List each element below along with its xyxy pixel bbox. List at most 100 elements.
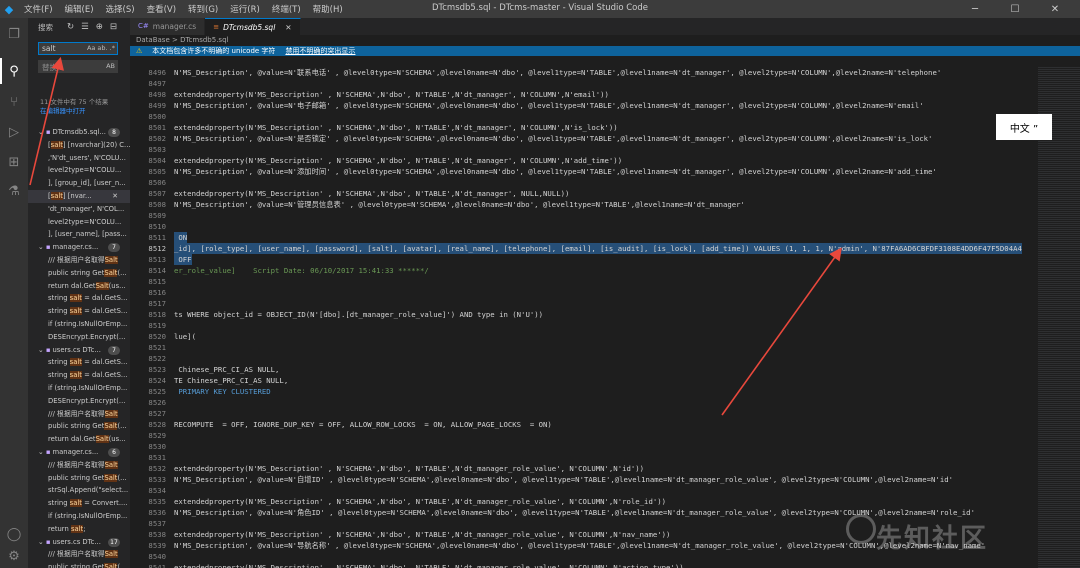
code-line[interactable]: 8518 ts WHERE object_id = OBJECT_ID(N'[db… (130, 309, 1080, 320)
result-match[interactable]: public string GetSalt(... (28, 472, 130, 485)
menu-view[interactable]: 查看(V) (141, 3, 182, 15)
result-match[interactable]: /// 根据用户名取得Salt (28, 548, 130, 561)
result-match[interactable]: /// 根据用户名取得Salt (28, 254, 130, 267)
result-match[interactable]: return dal.GetSalt(us... (28, 280, 130, 293)
disable-highlight-link[interactable]: 禁用不明确的突出显示 (285, 46, 355, 56)
result-match[interactable]: ], [group_id], [user_n... (28, 177, 130, 190)
code-line[interactable]: 8541 extendedproperty(N'MS_Description' ,… (130, 562, 1080, 568)
minimap[interactable] (1038, 66, 1080, 568)
result-match[interactable]: /// 根据用户名取得Salt (28, 408, 130, 421)
code-line[interactable]: 8502 N'MS_Description', @value=N'是否锁定' , … (130, 133, 1080, 144)
result-match[interactable]: if (string.IsNullOrEmp... (28, 510, 130, 523)
result-file[interactable]: ⌄ ▪ manager.cs... 7 (28, 241, 130, 254)
code-line[interactable]: 8517 (130, 298, 1080, 309)
menu-selection[interactable]: 选择(S) (100, 3, 141, 15)
result-match[interactable]: if (string.IsNullOrEmp... (28, 318, 130, 331)
result-match[interactable]: ], [user_name], [pass... (28, 228, 130, 241)
result-match[interactable]: level2type=N'COLU... (28, 216, 130, 229)
chevron-down-icon[interactable]: ⌄ (38, 128, 46, 136)
code-line[interactable]: 8519 (130, 320, 1080, 331)
code-line[interactable]: 8529 (130, 430, 1080, 441)
account-icon[interactable]: ◯ (4, 524, 24, 544)
run-debug-icon[interactable]: ▷ (4, 122, 24, 142)
result-file[interactable]: ⌄ ▪ users.cs DTc... 7 (28, 344, 130, 357)
code-line[interactable]: 8521 (130, 342, 1080, 353)
code-line[interactable]: 8511 ON (130, 232, 1080, 243)
result-match[interactable]: public string GetSalt(... (28, 561, 130, 568)
menu-terminal[interactable]: 终端(T) (266, 3, 307, 15)
result-match[interactable]: public string GetSalt(... (28, 420, 130, 433)
result-match[interactable]: ,'N'dt_users', N'COLU... (28, 152, 130, 165)
code-line[interactable]: 8514 er_role_value] Script Date: 06/10/20… (130, 265, 1080, 276)
replace-input[interactable]: 替换 AB (38, 60, 118, 73)
result-file[interactable]: ⌄ ▪ DTcmsdb5.sql... 8 (28, 126, 130, 139)
maximize-icon[interactable]: ☐ (1000, 0, 1030, 18)
code-line[interactable]: 8497 (130, 78, 1080, 89)
code-line[interactable]: 8527 (130, 408, 1080, 419)
result-match[interactable]: DESEncrypt.Encrypt(... (28, 331, 130, 344)
code-line[interactable]: 8501 extendedproperty(N'MS_Description' ,… (130, 122, 1080, 133)
close-window-icon[interactable]: ✕ (1040, 0, 1070, 18)
code-line[interactable]: 8526 (130, 397, 1080, 408)
code-line[interactable]: 8507 extendedproperty(N'MS_Description' ,… (130, 188, 1080, 199)
source-control-icon[interactable]: ⑂ (4, 92, 24, 112)
chevron-down-icon[interactable]: ⌄ (38, 538, 46, 546)
result-match[interactable]: string salt = dal.GetS... (28, 356, 130, 369)
tab-manager-cs[interactable]: C# manager.cs (130, 18, 206, 35)
result-match[interactable]: strSql.Append("select... (28, 484, 130, 497)
result-match[interactable]: [salt] [nvar... ✕ (28, 189, 130, 203)
code-line[interactable]: 8525 PRIMARY KEY CLUSTERED (130, 386, 1080, 397)
chevron-down-icon[interactable]: ⌄ (38, 448, 46, 456)
code-line[interactable]: 8522 (130, 353, 1080, 364)
code-line[interactable]: 8500 (130, 111, 1080, 122)
menu-help[interactable]: 帮助(H) (307, 3, 349, 15)
result-match[interactable]: string salt = dal.GetS... (28, 305, 130, 318)
result-match[interactable]: string salt = Convert.... (28, 497, 130, 510)
code-view[interactable]: 8496 N'MS_Description', @value=N'联系电话' , … (130, 66, 1080, 568)
breadcrumb[interactable]: DataBase > DTcmsdb5.sql (130, 35, 1080, 46)
result-match[interactable]: /// 根据用户名取得Salt (28, 459, 130, 472)
code-line[interactable]: 8503 (130, 144, 1080, 155)
code-line[interactable]: 8516 (130, 287, 1080, 298)
new-search-editor-icon[interactable]: ⊕ (96, 22, 103, 32)
result-match[interactable]: [salt] [nvarchar](20) C... (28, 139, 130, 152)
testing-icon[interactable]: ⚗ (4, 181, 24, 201)
search-options[interactable]: Aa ab. .* (87, 44, 115, 52)
code-line[interactable]: 8534 (130, 485, 1080, 496)
code-line[interactable]: 8509 (130, 210, 1080, 221)
result-file[interactable]: ⌄ ▪ manager.cs... 6 (28, 446, 130, 459)
search-input[interactable]: salt Aa ab. .* (38, 42, 118, 55)
code-line[interactable]: 8535 extendedproperty(N'MS_Description' ,… (130, 496, 1080, 507)
result-match[interactable]: return dal.GetSalt(us... (28, 433, 130, 446)
result-file[interactable]: ⌄ ▪ users.cs DTc... 17 (28, 536, 130, 549)
code-line[interactable]: 8523 Chinese_PRC_CI_AS NULL, (130, 364, 1080, 375)
code-line[interactable]: 8499 N'MS_Description', @value=N'电子邮箱' , … (130, 100, 1080, 111)
result-match[interactable]: 'dt_manager', N'COL... (28, 203, 130, 216)
result-match[interactable]: string salt = dal.GetS... (28, 292, 130, 305)
code-line[interactable]: 8504 extendedproperty(N'MS_Description' ,… (130, 155, 1080, 166)
code-line[interactable]: 8498 extendedproperty(N'MS_Description' ,… (130, 89, 1080, 100)
code-line[interactable]: 8508 N'MS_Description', @value=N'管理员信息表' … (130, 199, 1080, 210)
result-match[interactable]: public string GetSalt(... (28, 267, 130, 280)
menu-edit[interactable]: 编辑(E) (59, 3, 100, 15)
code-line[interactable]: 8531 (130, 452, 1080, 463)
code-line[interactable]: 8530 (130, 441, 1080, 452)
code-line[interactable]: 8524 TE Chinese_PRC_CI_AS NULL, (130, 375, 1080, 386)
chevron-down-icon[interactable]: ⌄ (38, 243, 46, 251)
code-line[interactable]: 8515 (130, 276, 1080, 287)
menu-run[interactable]: 运行(R) (224, 3, 266, 15)
result-match[interactable]: if (string.IsNullOrEmp... (28, 382, 130, 395)
open-in-editor-link[interactable]: 在编辑器中打开 (40, 107, 130, 116)
result-match[interactable]: return salt; (28, 523, 130, 536)
settings-gear-icon[interactable]: ⚙ (4, 546, 24, 566)
code-line[interactable]: 8506 (130, 177, 1080, 188)
close-tab-icon[interactable]: ✕ (285, 19, 291, 36)
replace-all-button[interactable]: AB (106, 62, 115, 70)
minimize-icon[interactable]: ─ (960, 0, 990, 18)
result-match[interactable]: string salt = dal.GetS... (28, 369, 130, 382)
code-line[interactable]: 8528 RECOMPUTE = OFF, IGNORE_DUP_KEY = OF… (130, 419, 1080, 430)
clear-results-icon[interactable]: ☰ (81, 22, 89, 32)
result-match[interactable]: level2type=N'COLU... (28, 164, 130, 177)
code-line[interactable]: 8532 extendedproperty(N'MS_Description' ,… (130, 463, 1080, 474)
collapse-all-icon[interactable]: ⊟ (110, 22, 117, 32)
